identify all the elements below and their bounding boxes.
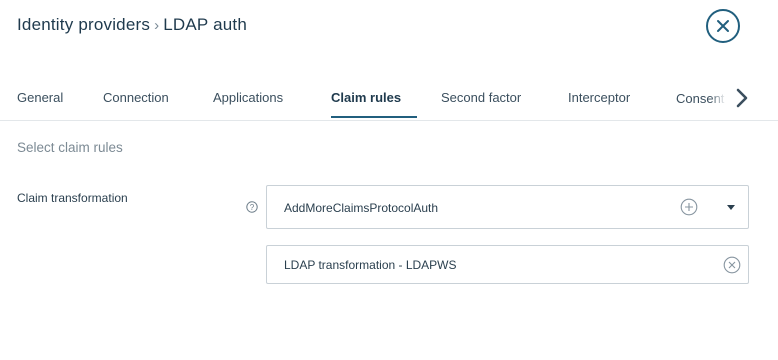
close-button[interactable] (706, 9, 740, 43)
remove-claim-rule-button[interactable] (723, 256, 741, 274)
breadcrumb-current: LDAP auth (163, 15, 247, 34)
tab-interceptor[interactable]: Interceptor (568, 90, 630, 105)
close-icon (717, 20, 729, 32)
breadcrumb-separator: › (154, 17, 160, 34)
tab-consent-clip: Consent (676, 90, 726, 108)
claim-transformation-label: Claim transformation (17, 191, 128, 205)
section-title: Select claim rules (17, 140, 123, 155)
tab-connection[interactable]: Connection (103, 90, 169, 105)
tab-second-factor[interactable]: Second factor (441, 90, 521, 105)
tab-claim-rules[interactable]: Claim rules (331, 90, 401, 105)
claim-rule-item-label: LDAP transformation - LDAPWS (284, 258, 457, 272)
breadcrumb: Identity providers › LDAP auth (17, 15, 247, 35)
claim-transformation-select[interactable]: AddMoreClaimsProtocolAuth (266, 185, 749, 229)
tab-applications[interactable]: Applications (213, 90, 283, 105)
tab-general[interactable]: General (17, 90, 63, 105)
tab-bar: General Connection Applications Claim ru… (0, 78, 778, 121)
breadcrumb-parent[interactable]: Identity providers (17, 15, 150, 34)
add-circle-icon (680, 198, 698, 216)
selected-claim-rule: AddMoreClaimsProtocolAuth (284, 201, 439, 215)
svg-text:?: ? (250, 203, 255, 212)
caret-down-icon[interactable] (727, 205, 735, 210)
help-icon[interactable]: ? (246, 200, 258, 213)
active-tab-indicator (331, 116, 417, 118)
tabs-next-button[interactable] (733, 87, 751, 109)
remove-circle-icon (723, 256, 741, 274)
chevron-right-icon (736, 88, 748, 108)
claim-rule-item: LDAP transformation - LDAPWS (266, 245, 749, 284)
add-claim-rule-button[interactable] (680, 198, 698, 216)
